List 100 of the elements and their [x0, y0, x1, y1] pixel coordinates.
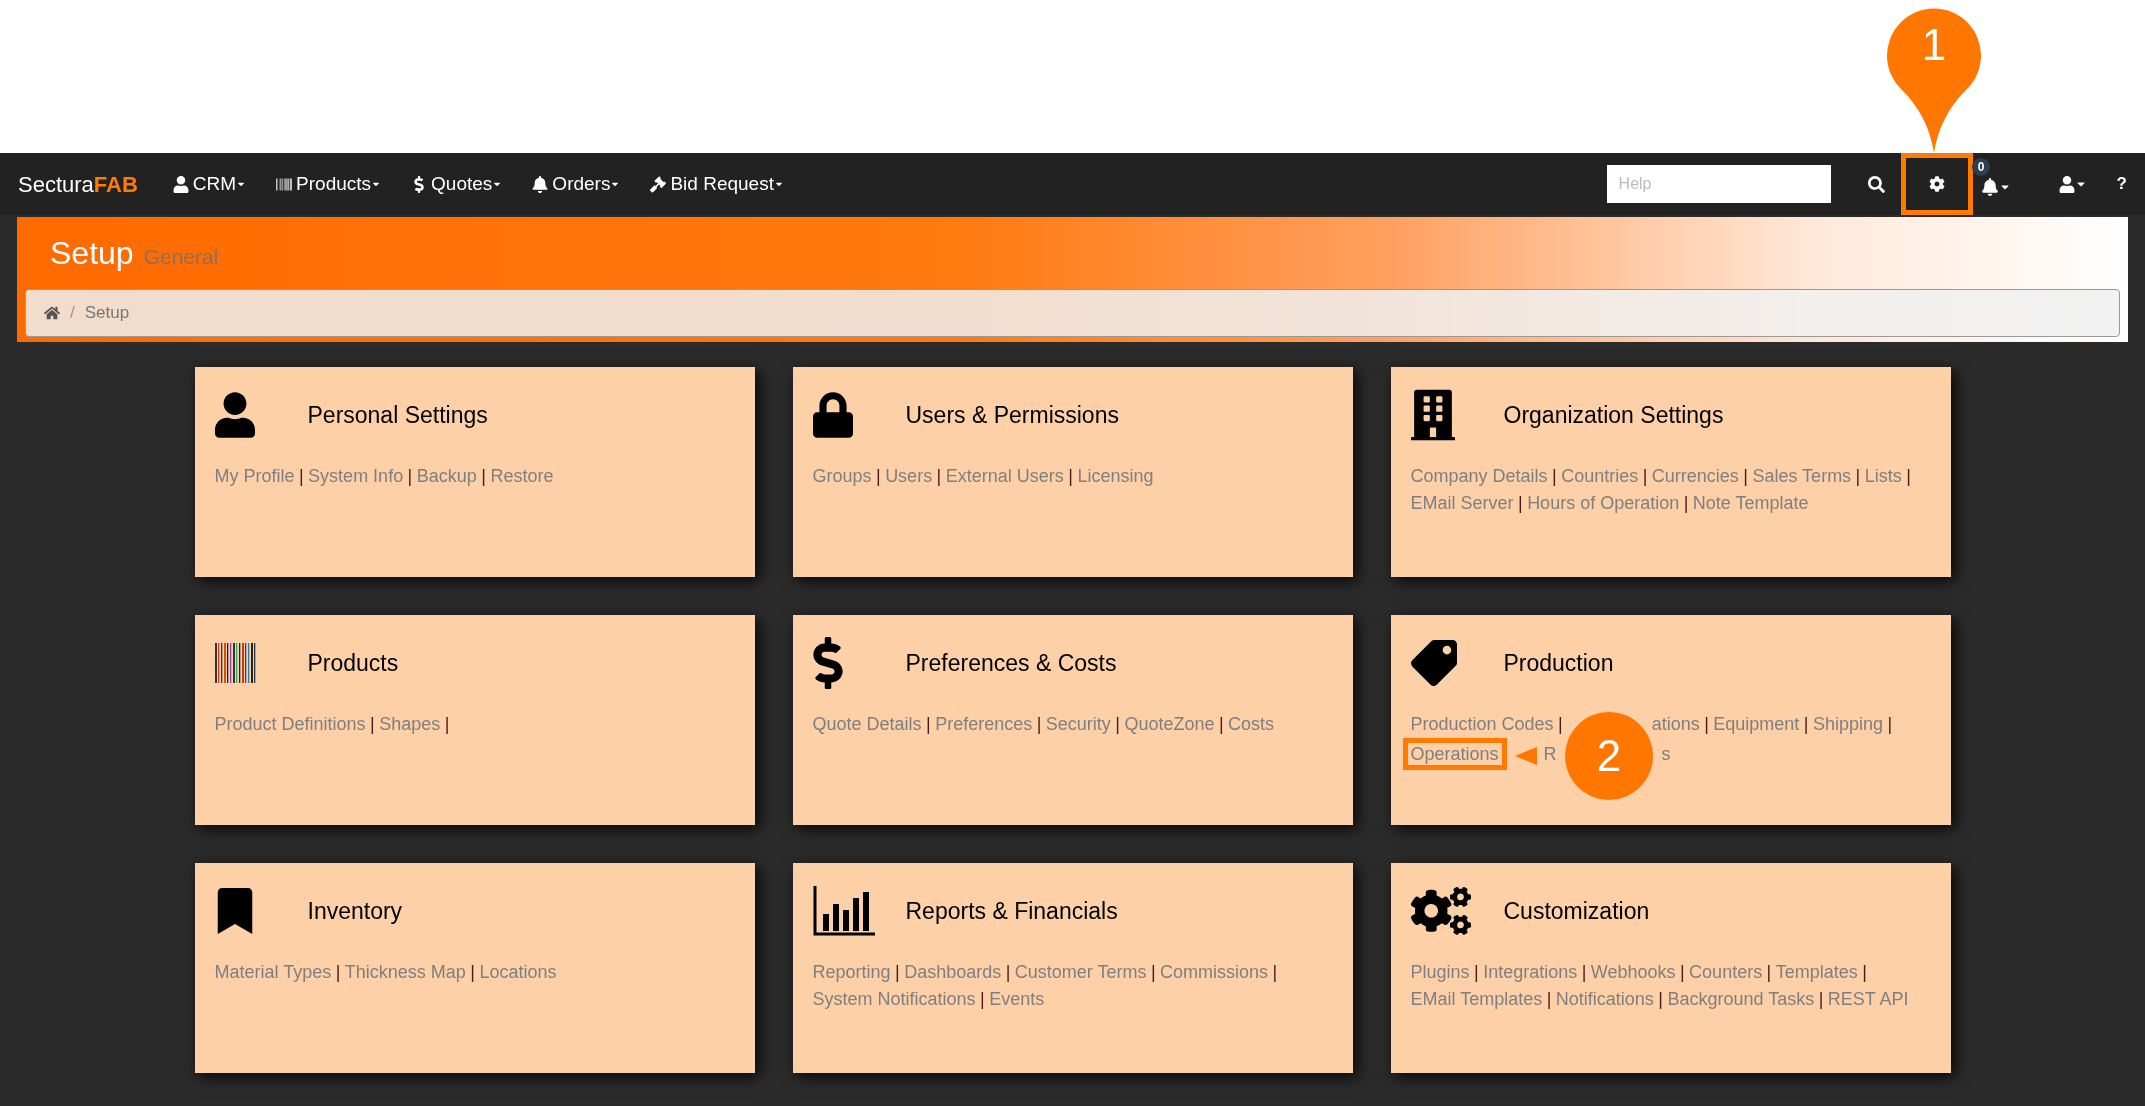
setup-link[interactable]: Currencies [1651, 466, 1739, 486]
link-separator: | [1115, 714, 1120, 734]
building-icon [1410, 387, 1455, 443]
settings-button[interactable] [1900, 153, 1973, 215]
setup-link[interactable]: Costs [1228, 714, 1275, 734]
barcode-icon [214, 643, 257, 683]
setup-link[interactable]: Notifications [1555, 989, 1654, 1009]
gavel-icon [650, 175, 667, 193]
setup-link[interactable]: Commissions [1160, 962, 1269, 982]
setup-link[interactable]: Equipment [1713, 714, 1800, 734]
card-title: Users & Permissions [905, 400, 1119, 430]
link-separator: | [1272, 962, 1278, 982]
link-separator: | [936, 466, 942, 486]
setup-link[interactable]: Production Codes [1410, 714, 1554, 734]
user-icon [2058, 175, 2075, 193]
setup-link[interactable]: Background Tasks [1667, 989, 1815, 1009]
link-separator: | [444, 714, 450, 734]
setup-link[interactable]: Counters [1689, 962, 1763, 982]
setup-link[interactable]: Templates [1775, 962, 1858, 982]
link-separator: | [1887, 714, 1893, 734]
setup-link[interactable]: s [1661, 744, 1671, 764]
setup-link[interactable]: My Profile [214, 466, 295, 486]
help-search-field[interactable]: Help [1606, 165, 1831, 203]
setup-link[interactable]: QuoteZone [1124, 714, 1215, 734]
callout-bubble: 2 [1564, 711, 1653, 800]
card-title: Production [1503, 648, 1614, 678]
setup-link[interactable]: External Users [945, 466, 1064, 486]
setup-link[interactable]: Integrations [1483, 962, 1578, 982]
setup-link[interactable]: R [1543, 744, 1557, 764]
setup-link[interactable]: Reporting [812, 962, 891, 982]
setup-link[interactable]: EMail Templates [1410, 989, 1543, 1009]
link-separator: | [876, 466, 881, 486]
setup-link[interactable]: Shipping [1812, 714, 1883, 734]
link-separator: | [1658, 989, 1663, 1009]
setup-link[interactable]: Product Definitions [214, 714, 366, 734]
user-icon [214, 392, 255, 438]
setup-link[interactable]: Hours of Operation [1527, 493, 1680, 513]
settings-icon [1928, 176, 1945, 192]
setup-link[interactable]: Sales Terms [1752, 466, 1852, 486]
page-subtitle: General [143, 244, 219, 270]
card-title: Personal Settings [307, 400, 488, 430]
setup-link[interactable]: Groups [812, 466, 872, 486]
setup-link[interactable]: System Info [308, 466, 404, 486]
setup-link[interactable]: Countries [1561, 466, 1639, 486]
link-separator: | [470, 962, 475, 982]
setup-link[interactable]: Webhooks [1590, 962, 1676, 982]
callout-number: 1 [1920, 20, 1948, 70]
user-icon [172, 175, 189, 193]
tag-icon [1410, 640, 1457, 686]
setup-link[interactable]: Preferences [935, 714, 1033, 734]
link-separator: | [481, 466, 486, 486]
setup-link[interactable]: Security [1045, 714, 1111, 734]
link-separator: | [298, 466, 304, 486]
nav-menu[interactable]: Orders [517, 159, 636, 209]
nav-menu[interactable]: Quotes [396, 159, 518, 209]
link-separator: | [1218, 714, 1224, 734]
setup-link[interactable]: Company Details [1410, 466, 1548, 486]
link-separator: | [407, 466, 413, 486]
card-title: Preferences & Costs [905, 648, 1117, 678]
setup-link[interactable]: Quote Details [812, 714, 922, 734]
nav-menu[interactable]: CRM [157, 159, 262, 209]
setup-link[interactable]: Shapes [379, 714, 441, 734]
nav-menu[interactable]: Products [261, 159, 397, 209]
link-separator: | [1683, 493, 1689, 513]
link-separator: | [1068, 466, 1073, 486]
page-title: Setup [50, 234, 134, 273]
link-separator: | [1558, 714, 1563, 734]
setup-link[interactable]: Locations [479, 962, 557, 982]
link-separator: | [1803, 714, 1809, 734]
setup-link[interactable]: Users [885, 466, 933, 486]
link-separator: | [1642, 466, 1648, 486]
setup-link[interactable]: Backup [416, 466, 477, 486]
setup-link[interactable]: System Notifications [812, 989, 976, 1009]
setup-link[interactable]: Plugins [1410, 962, 1470, 982]
link-separator: | [1552, 466, 1557, 486]
nav-menu[interactable]: Bid Request [635, 159, 799, 209]
setup-link[interactable]: Licensing [1077, 466, 1154, 486]
setup-link[interactable]: EMail Server [1410, 493, 1514, 513]
setup-link[interactable]: Note Template [1692, 493, 1809, 513]
breadcrumb-separator: / [70, 302, 75, 325]
card-title: Inventory [307, 896, 403, 926]
bell-icon [532, 175, 549, 193]
brand-logo[interactable]: SecturaFAB [18, 167, 138, 201]
link-separator: | [1906, 466, 1911, 486]
link-separator: | [1862, 962, 1867, 982]
setup-link[interactable]: REST API [1827, 989, 1909, 1009]
setup-link[interactable]: Dashboards [904, 962, 1002, 982]
setup-link[interactable]: Lists [1864, 466, 1902, 486]
setup-link[interactable]: Customer Terms [1014, 962, 1147, 982]
setup-link[interactable]: Events [989, 989, 1045, 1009]
setup-link[interactable]: Material Types [214, 962, 332, 982]
bell-icon [1980, 178, 1999, 196]
setup-link[interactable]: Operations [1402, 738, 1507, 770]
setup-link[interactable]: ations [1651, 714, 1700, 734]
help-button[interactable]: ? [2116, 164, 2127, 204]
link-separator: | [1150, 962, 1156, 982]
link-separator: | [980, 989, 985, 1009]
home-icon[interactable] [44, 305, 60, 321]
setup-link[interactable]: Thickness Map [344, 962, 466, 982]
setup-link[interactable]: Restore [490, 466, 554, 486]
